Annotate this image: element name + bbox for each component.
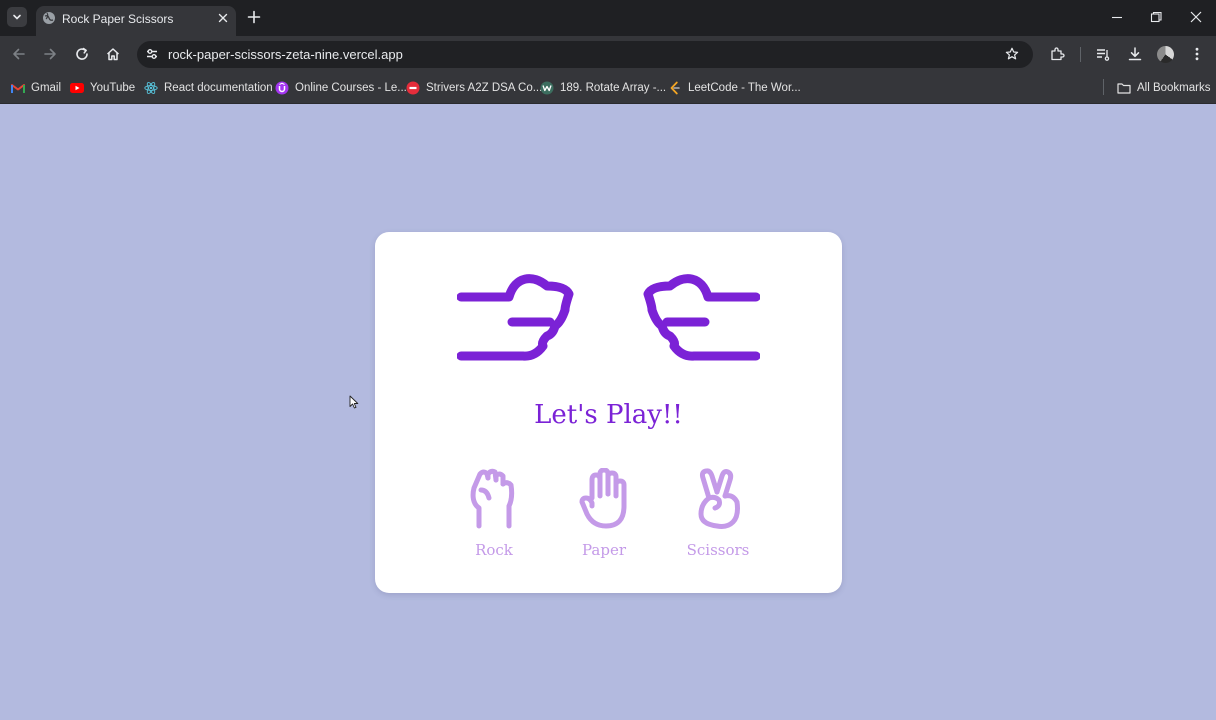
leetcode-w-icon: [540, 81, 554, 95]
bookmark-rotate-array[interactable]: 189. Rotate Array -...: [540, 80, 666, 96]
address-bar[interactable]: rock-paper-scissors-zeta-nine.vercel.app: [137, 41, 1033, 68]
menu-dots-icon[interactable]: [1189, 46, 1205, 62]
extensions-icon[interactable]: [1049, 46, 1065, 62]
forward-arrow-icon[interactable]: [42, 46, 58, 62]
game-status-text: Let's Play!!: [534, 400, 683, 430]
new-tab-icon[interactable]: [247, 10, 261, 24]
toolbar-divider: [1080, 47, 1081, 62]
leetcode-icon: [668, 81, 682, 95]
site-settings-icon[interactable]: [145, 47, 159, 61]
bookmarks-divider: [1103, 79, 1104, 95]
back-arrow-icon[interactable]: [11, 46, 27, 62]
paper-hand-icon: [579, 468, 627, 529]
tab-search-button[interactable]: [7, 7, 27, 27]
youtube-icon: [70, 81, 84, 95]
bookmark-leetcode[interactable]: LeetCode - The Wor...: [668, 80, 801, 96]
bookmarks-bar: Gmail YouTube React documentation Online…: [0, 72, 1216, 104]
restore-icon[interactable]: [1149, 10, 1163, 24]
reload-icon[interactable]: [74, 46, 90, 62]
mouse-cursor-icon: [349, 395, 359, 409]
close-tab-icon[interactable]: [217, 12, 229, 24]
bookmark-star-icon[interactable]: [1005, 47, 1019, 61]
reading-list-icon[interactable]: [1095, 46, 1111, 62]
active-tab[interactable]: Rock Paper Scissors: [36, 6, 236, 36]
paper-choice-button[interactable]: Paper: [564, 468, 644, 559]
udemy-icon: [275, 81, 289, 95]
gmail-icon: [11, 81, 25, 95]
folder-icon: [1117, 81, 1131, 95]
all-bookmarks-button[interactable]: All Bookmarks: [1117, 80, 1211, 96]
minimize-icon[interactable]: [1110, 10, 1124, 24]
rock-fist-icon: [470, 468, 515, 529]
scissors-choice-button[interactable]: Scissors: [678, 468, 758, 559]
bookmark-strivers-a2z[interactable]: Strivers A2Z DSA Co...: [406, 80, 542, 96]
tab-strip: Rock Paper Scissors: [0, 0, 1216, 36]
game-card: Let's Play!! Rock Paper Scissors: [375, 232, 842, 593]
url-text: rock-paper-scissors-zeta-nine.vercel.app: [168, 47, 403, 62]
home-icon[interactable]: [105, 46, 121, 62]
tab-title: Rock Paper Scissors: [62, 12, 174, 26]
scissors-hand-icon: [698, 468, 740, 529]
react-icon: [144, 81, 158, 95]
download-icon[interactable]: [1127, 46, 1143, 62]
bookmark-gmail[interactable]: Gmail: [11, 80, 61, 96]
bookmark-react-documentation[interactable]: React documentation: [144, 80, 273, 96]
page-background: Let's Play!! Rock Paper Scissors: [0, 105, 1216, 720]
globe-icon: [43, 12, 55, 24]
close-window-icon[interactable]: [1189, 10, 1203, 24]
bookmark-online-courses[interactable]: Online Courses - Le...: [275, 80, 407, 96]
chevron-down-icon: [13, 14, 21, 20]
rock-choice-button[interactable]: Rock: [454, 468, 534, 559]
computer-fist-icon: [643, 274, 760, 361]
player-fist-icon: [457, 274, 574, 361]
browser-toolbar: rock-paper-scissors-zeta-nine.vercel.app: [0, 36, 1216, 72]
bookmark-youtube[interactable]: YouTube: [70, 80, 135, 96]
profile-avatar[interactable]: [1157, 46, 1174, 63]
striver-icon: [406, 81, 420, 95]
